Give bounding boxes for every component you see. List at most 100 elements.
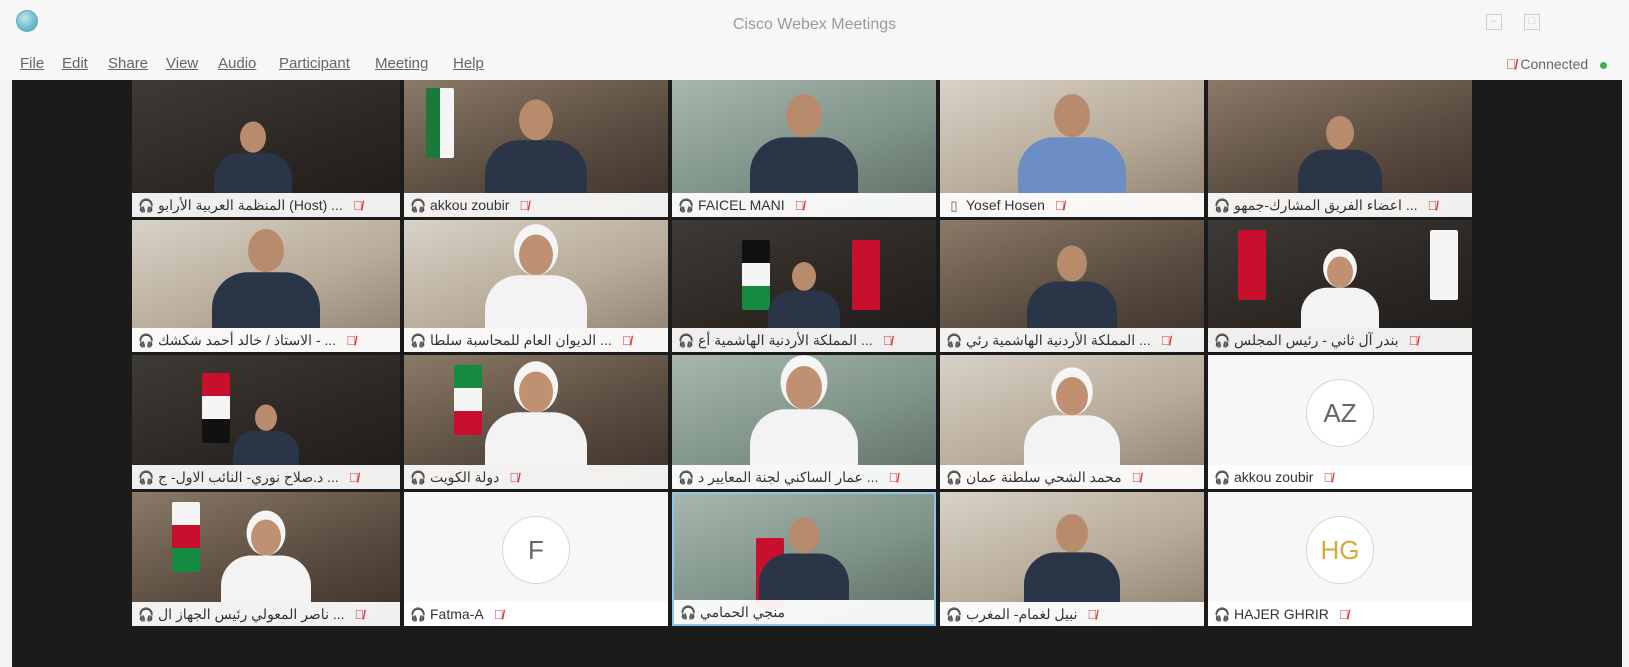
muted-mic-icon: 🎙̸ (1338, 607, 1349, 622)
participant-label: 🎧 بندر آل ثاني - رئيس المجلس 🎙̸ (1208, 328, 1472, 352)
headset-icon: 🎧 (410, 198, 427, 213)
muted-mic-icon: 🎙̸ (1131, 470, 1142, 485)
participant-tile[interactable]: 🎧 دولة الكويت 🎙̸ (404, 355, 668, 489)
participant-label: 🎧 المملكة الأردنية الهاشمية أع ... 🎙̸ (672, 328, 936, 352)
participant-video (212, 229, 320, 328)
menu-bar: File Edit Share View Audio Participant M… (0, 50, 1629, 80)
participant-tile[interactable]: 🎧 نبيل لغمام- المغرب 🎙̸ (940, 492, 1204, 626)
participant-video (233, 404, 299, 465)
headset-icon: 🎧 (1214, 607, 1231, 622)
connection-status: 🎙̸ Connected (1506, 56, 1607, 72)
window-title: Cisco Webex Meetings (732, 16, 897, 33)
participant-tile-active-speaker[interactable]: 🎧 منجي الحمامي (672, 492, 936, 626)
participant-video (768, 262, 840, 328)
headset-icon: 🎧 (946, 333, 963, 348)
muted-mic-icon: 🎙̸ (354, 607, 365, 622)
headset-icon: 🎧 (678, 470, 695, 485)
headset-icon: 🎧 (138, 198, 155, 213)
microphone-muted-icon: 🎙̸ (1506, 56, 1517, 72)
avatar: F (502, 516, 570, 584)
headset-icon: 🎧 (410, 470, 427, 485)
participant-tile[interactable]: 🎧 محمد الشحي سلطنة عمان 🎙̸ (940, 355, 1204, 489)
participant-label: 🎧 ناصر المعولي رئيس الجهاز ال ... 🎙̸ (132, 602, 400, 626)
participant-video (485, 99, 587, 193)
menu-file[interactable]: File (20, 55, 44, 72)
headset-icon: 🎧 (410, 607, 427, 622)
participant-tile[interactable]: 🎧 المملكة الأردنية الهاشمية أع ... 🎙̸ (672, 220, 936, 352)
participant-tile[interactable]: 🎧 المملكة الأردنية الهاشمية رئي ... 🎙̸ (940, 220, 1204, 352)
participant-label: 🎧 HAJER GHRIR 🎙̸ (1208, 602, 1472, 626)
participant-tile[interactable]: F 🎧 Fatma-A 🎙̸ (404, 492, 668, 626)
title-bar: Cisco Webex Meetings – □ (0, 0, 1629, 50)
participant-label: 🎧 محمد الشحي سلطنة عمان 🎙̸ (940, 465, 1204, 489)
participant-label: 🎧 اعضاء الفريق المشارك-جمهو ... 🎙̸ (1208, 193, 1472, 217)
participant-tile[interactable]: 🎧 عمار الساكني لجنة المعايير د ... 🎙̸ (672, 355, 936, 489)
participant-video (759, 517, 849, 600)
muted-mic-icon: 🎙̸ (1054, 198, 1065, 213)
headset-icon: 🎧 (946, 607, 963, 622)
headset-icon: 🎧 (1214, 333, 1231, 348)
headset-icon: 🎧 (946, 470, 963, 485)
participant-label: 🎧 منجي الحمامي (674, 600, 934, 624)
menu-help[interactable]: Help (453, 55, 484, 72)
participant-tile[interactable]: 🎧 الاستاذ / خالد أحمد شكشك - ... 🎙̸ (132, 220, 400, 352)
participant-tile[interactable]: 🎧 FAICEL MANI 🎙̸ (672, 80, 936, 217)
participant-tile[interactable]: 🎧 akkou zoubir 🎙̸ (404, 80, 668, 217)
avatar: HG (1306, 516, 1374, 584)
participant-video (1027, 245, 1117, 328)
participant-label: 🎧 عمار الساكني لجنة المعايير د ... 🎙̸ (672, 465, 936, 489)
participant-tile[interactable]: 🎧 ناصر المعولي رئيس الجهاز ال ... 🎙̸ (132, 492, 400, 626)
muted-mic-icon: 🎙̸ (1427, 198, 1438, 213)
muted-mic-icon: 🎙̸ (621, 333, 632, 348)
menu-share[interactable]: Share (108, 55, 148, 72)
menu-edit[interactable]: Edit (62, 55, 88, 72)
headset-icon: 🎧 (138, 333, 155, 348)
participant-video (750, 366, 858, 465)
participant-video (1024, 377, 1120, 465)
muted-mic-icon: 🎙̸ (794, 198, 805, 213)
participant-video (213, 121, 292, 193)
participant-video (221, 519, 311, 602)
participant-tile[interactable]: 🎧 اعضاء الفريق المشارك-جمهو ... 🎙̸ (1208, 80, 1472, 217)
participant-video (485, 371, 587, 465)
muted-mic-icon: 🎙̸ (882, 333, 893, 348)
muted-mic-icon: 🎙̸ (1160, 333, 1171, 348)
participant-tile[interactable]: HG 🎧 HAJER GHRIR 🎙̸ (1208, 492, 1472, 626)
muted-mic-icon: 🎙̸ (509, 470, 520, 485)
muted-mic-icon: 🎙̸ (888, 470, 899, 485)
participant-label: 🎧 المنظمة العربية الأرابو (Host) ... 🎙̸ (132, 193, 400, 217)
participant-label: 🎧 دولة الكويت 🎙̸ (404, 465, 668, 489)
participant-tile[interactable]: ▯ Yosef Hosen 🎙̸ (940, 80, 1204, 217)
muted-mic-icon: 🎙̸ (352, 198, 363, 213)
minimize-button[interactable]: – (1486, 14, 1502, 30)
participant-tile[interactable]: 🎧 د.صلاح نوري- النائب الاول- ج ... 🎙̸ (132, 355, 400, 489)
muted-mic-icon: 🎙̸ (348, 470, 359, 485)
headset-icon: 🎧 (1214, 198, 1231, 213)
participant-label: 🎧 Fatma-A 🎙̸ (404, 602, 668, 626)
headset-icon: 🎧 (138, 470, 155, 485)
participant-tile[interactable]: 🎧 المنظمة العربية الأرابو (Host) ... 🎙̸ (132, 80, 400, 217)
participant-label: 🎧 akkou zoubir 🎙̸ (404, 193, 668, 217)
participant-label: ▯ Yosef Hosen 🎙̸ (940, 193, 1204, 217)
participant-label: 🎧 الاستاذ / خالد أحمد شكشك - ... 🎙̸ (132, 328, 400, 352)
menu-participant[interactable]: Participant (279, 55, 350, 72)
participant-tile[interactable]: 🎧 الديوان العام للمحاسبة سلطا ... 🎙̸ (404, 220, 668, 352)
participant-video (1298, 116, 1382, 193)
video-grid: 🎧 المنظمة العربية الأرابو (Host) ... 🎙̸ 🎧 a… (12, 80, 1622, 667)
participant-label: 🎧 الديوان العام للمحاسبة سلطا ... 🎙̸ (404, 328, 668, 352)
participant-tile[interactable]: AZ 🎧 akkou zoubir 🎙̸ (1208, 355, 1472, 489)
maximize-button[interactable]: □ (1524, 14, 1540, 30)
participant-video (1024, 514, 1120, 602)
menu-audio[interactable]: Audio (218, 55, 256, 72)
avatar: AZ (1306, 379, 1374, 447)
menu-meeting[interactable]: Meeting (375, 55, 428, 72)
headset-icon: 🎧 (1214, 470, 1231, 485)
muted-mic-icon: 🎙̸ (493, 607, 504, 622)
headset-icon: 🎧 (678, 198, 695, 213)
menu-view[interactable]: View (166, 55, 198, 72)
participant-tile[interactable]: 🎧 بندر آل ثاني - رئيس المجلس 🎙̸ (1208, 220, 1472, 352)
participant-video (1301, 256, 1379, 328)
participant-video (1018, 94, 1126, 193)
muted-mic-icon: 🎙̸ (346, 333, 356, 348)
headset-icon: 🎧 (410, 333, 427, 348)
